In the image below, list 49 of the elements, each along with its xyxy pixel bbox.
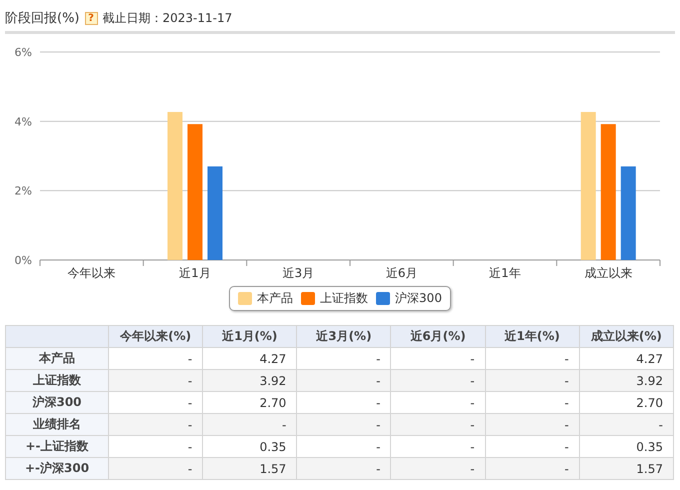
table-cell: 3.92 xyxy=(579,370,674,392)
legend-swatch xyxy=(238,292,252,305)
table-cell: - xyxy=(485,414,580,436)
y-tick-label: 2% xyxy=(14,184,32,198)
help-icon[interactable]: ? xyxy=(84,12,98,24)
x-tick-label: 今年以来 xyxy=(68,266,116,280)
legend-swatch xyxy=(301,292,316,305)
table-cell: 3.92 xyxy=(202,370,297,392)
table-cell: - xyxy=(485,370,580,392)
x-tick-label: 近1年 xyxy=(489,266,521,280)
x-tick-label: 成立以来 xyxy=(584,266,632,280)
x-tick-label: 近3月 xyxy=(282,266,314,280)
table-cell: - xyxy=(296,414,391,436)
table-cell: - xyxy=(579,414,674,436)
table-cell: - xyxy=(108,370,203,392)
table-cell: - xyxy=(390,458,486,480)
date-label: 截止日期：2023-11-17 xyxy=(102,10,232,26)
table-cell: - xyxy=(108,458,203,480)
column-header: 今年以来(%) xyxy=(108,326,203,348)
y-tick-label: 0% xyxy=(14,254,32,267)
row-header: +-上证指数 xyxy=(6,436,108,458)
table-cell: 1.57 xyxy=(579,458,674,480)
legend-label: 沪深300 xyxy=(395,290,442,307)
table-cell: 1.57 xyxy=(202,458,297,480)
row-header: 业绩排名 xyxy=(6,414,108,436)
column-header: 近1月(%) xyxy=(202,326,297,348)
column-header: 近3月(%) xyxy=(296,326,391,348)
y-tick-label: 6% xyxy=(14,46,32,59)
column-header: 近6月(%) xyxy=(390,326,486,348)
section-title: 阶段回报(%) xyxy=(5,10,80,27)
legend-swatch xyxy=(376,292,390,305)
table-cell: - xyxy=(390,414,486,436)
column-header: 成立以来(%) xyxy=(579,326,674,348)
table-cell: - xyxy=(296,458,391,480)
legend-label: 上证指数 xyxy=(320,290,368,307)
row-header: 上证指数 xyxy=(6,370,108,392)
x-tick-label: 近1月 xyxy=(179,266,211,280)
table-cell: - xyxy=(485,458,580,480)
row-header: 本产品 xyxy=(6,348,108,370)
row-header: +-沪深300 xyxy=(6,458,108,480)
table-cell: - xyxy=(108,414,203,436)
y-tick-label: 4% xyxy=(14,115,32,128)
x-tick-label: 近6月 xyxy=(386,266,418,280)
table-cell: - xyxy=(202,414,297,436)
table-cell: - xyxy=(296,370,391,392)
table-cell: - xyxy=(390,370,486,392)
row-header: 沪深300 xyxy=(6,392,108,414)
column-header: 近1年(%) xyxy=(485,326,580,348)
legend-label: 本产品 xyxy=(257,290,294,307)
